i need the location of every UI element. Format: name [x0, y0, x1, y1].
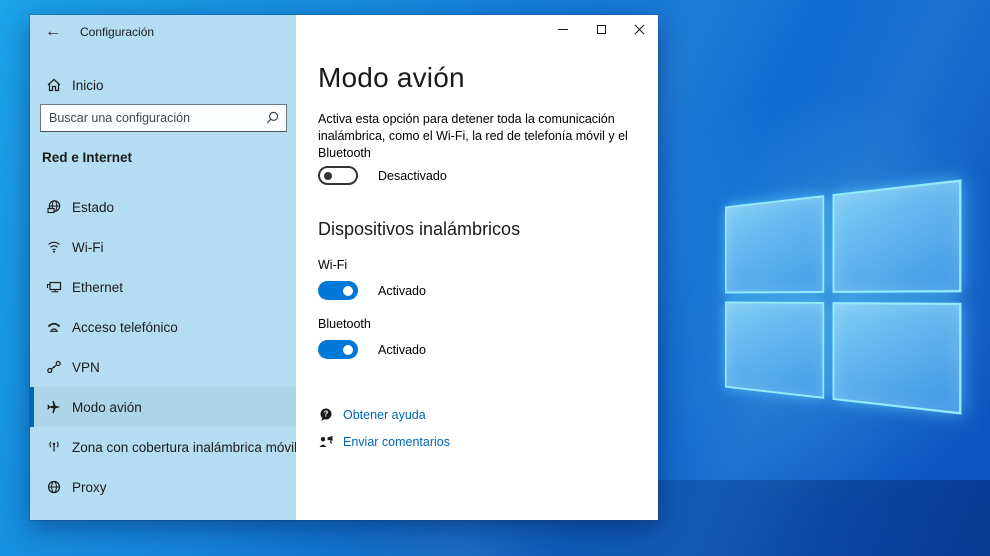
settings-main-pane: Modo avión Activa esta opción para deten… [296, 15, 658, 520]
search-box [40, 104, 287, 132]
settings-sidebar: ← Configuración Inicio Red e Internet Es… [30, 15, 296, 520]
bluetooth-toggle[interactable] [318, 340, 358, 359]
toggle-knob [343, 286, 353, 296]
ethernet-icon [46, 279, 62, 295]
get-help-link-label: Obtener ayuda [343, 408, 426, 422]
bluetooth-toggle-state: Activado [378, 343, 426, 357]
sidebar-section-header: Red e Internet [42, 150, 132, 165]
airplane-mode-toggle-row: Desactivado [318, 166, 447, 185]
back-button[interactable]: ← [38, 19, 68, 45]
sidebar-item-label: VPN [72, 360, 100, 375]
airplane-mode-toggle-state: Desactivado [378, 169, 447, 183]
home-icon [46, 77, 62, 93]
sidebar-item-label: Modo avión [72, 400, 142, 415]
page-title: Modo avión [318, 62, 465, 94]
window-caption-buttons [544, 15, 658, 44]
toggle-knob [343, 345, 353, 355]
sidebar-item-label: Acceso telefónico [72, 320, 178, 335]
windows-logo-pane [832, 302, 961, 415]
get-help-link[interactable]: ? Obtener ayuda [318, 407, 426, 423]
proxy-globe-icon [46, 479, 62, 495]
airplane-mode-toggle[interactable] [318, 166, 358, 185]
device-label-wifi: Wi-Fi [318, 258, 347, 272]
close-button[interactable] [620, 15, 658, 44]
wifi-toggle-row: Activado [318, 281, 426, 300]
sidebar-item-estado[interactable]: Estado [30, 187, 296, 227]
sidebar-item-acceso-telefonico[interactable]: Acceso telefónico [30, 307, 296, 347]
dialup-phone-icon [46, 319, 62, 335]
section-title-wireless-devices: Dispositivos inalámbricos [318, 219, 520, 240]
device-label-bluetooth: Bluetooth [318, 317, 371, 331]
feedback-icon [318, 434, 334, 450]
maximize-icon [597, 25, 606, 34]
bluetooth-toggle-row: Activado [318, 340, 426, 359]
minimize-icon [558, 29, 568, 30]
search-icon[interactable] [264, 110, 280, 126]
airplane-icon [46, 399, 62, 415]
window-title: Configuración [80, 25, 154, 39]
minimize-button[interactable] [544, 15, 582, 44]
sidebar-item-ethernet[interactable]: Ethernet [30, 267, 296, 307]
sidebar-item-proxy[interactable]: Proxy [30, 467, 296, 507]
network-status-globe-icon [46, 199, 62, 215]
sidebar-item-label: Wi-Fi [72, 240, 103, 255]
sidebar-item-modo-avion[interactable]: Modo avión [30, 387, 296, 427]
close-icon [634, 24, 645, 35]
sidebar-item-label: Estado [72, 200, 114, 215]
windows-logo [725, 179, 961, 414]
windows-logo-pane [725, 195, 824, 293]
help-icon: ? [318, 407, 334, 423]
settings-window: ← Configuración Inicio Red e Internet Es… [30, 15, 658, 520]
sidebar-item-label: Inicio [72, 78, 104, 93]
vpn-icon [46, 359, 62, 375]
sidebar-item-vpn[interactable]: VPN [30, 347, 296, 387]
send-feedback-link-label: Enviar comentarios [343, 435, 450, 449]
sidebar-item-label: Proxy [72, 480, 107, 495]
svg-text:?: ? [324, 410, 329, 419]
toggle-knob [324, 172, 332, 180]
windows-logo-pane [832, 179, 961, 292]
sidebar-item-wifi[interactable]: Wi-Fi [30, 227, 296, 267]
sidebar-item-home[interactable]: Inicio [30, 65, 296, 105]
maximize-button[interactable] [582, 15, 620, 44]
sidebar-item-label: Ethernet [72, 280, 123, 295]
mobile-hotspot-icon [46, 439, 62, 455]
sidebar-nav-list: Estado Wi-Fi Ethernet Acceso telefónico [30, 187, 296, 507]
send-feedback-link[interactable]: Enviar comentarios [318, 434, 450, 450]
page-description: Activa esta opción para detener toda la … [318, 111, 652, 162]
wifi-toggle[interactable] [318, 281, 358, 300]
wifi-icon [46, 239, 62, 255]
sidebar-item-label: Zona con cobertura inalámbrica móvil [72, 440, 297, 455]
windows-logo-pane [725, 301, 824, 399]
wifi-toggle-state: Activado [378, 284, 426, 298]
search-input[interactable] [49, 105, 254, 131]
sidebar-item-zona-hotspot[interactable]: Zona con cobertura inalámbrica móvil [30, 427, 296, 467]
